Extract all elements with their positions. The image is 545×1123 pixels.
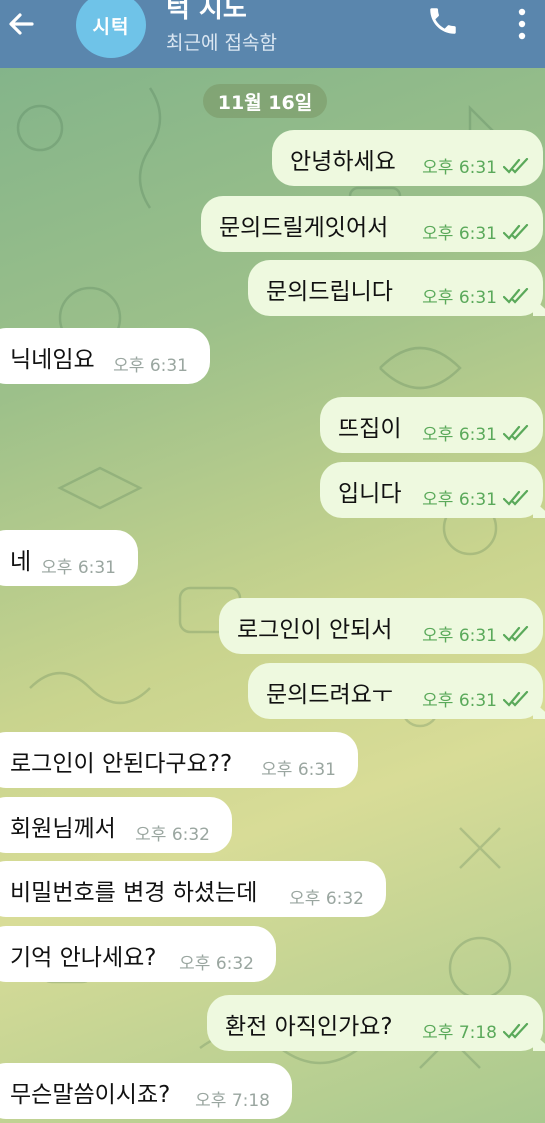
incoming-message[interactable]: 로그인이 안된다구요?? 오후 6:31 [0, 732, 358, 788]
incoming-message[interactable]: 네 오후 6:31 [0, 530, 138, 586]
message-text: 안녕하세요 [290, 149, 396, 175]
message-text: 닉네임요 [10, 347, 95, 373]
incoming-message[interactable]: 비밀번호를 변경 하셨는데 오후 6:32 [0, 861, 386, 917]
double-check-icon [503, 625, 529, 642]
outgoing-message[interactable]: 문의드릴게잇어서 오후 6:31 [201, 196, 543, 252]
outgoing-message[interactable]: 안녕하세요 오후 6:31 [272, 130, 543, 186]
message-time: 오후 6:31 [422, 224, 497, 244]
message-meta: 오후 6:31 [422, 420, 531, 445]
message-time: 오후 6:32 [289, 889, 364, 909]
message-time: 오후 6:31 [113, 356, 188, 376]
double-check-icon [503, 223, 529, 240]
message-time: 오후 6:31 [422, 288, 497, 308]
message-text: 로그인이 안된다구요?? [10, 751, 233, 777]
message-time: 오후 6:32 [179, 954, 254, 974]
more-vertical-icon[interactable] [510, 6, 534, 42]
message-text: 환전 아직인가요? [225, 1014, 393, 1040]
message-text: 비밀번호를 변경 하셨는데 [10, 880, 258, 906]
message-meta: 오후 6:31 [422, 485, 531, 510]
phone-icon[interactable] [426, 4, 460, 38]
double-check-icon [503, 489, 529, 506]
double-check-icon [503, 424, 529, 441]
avatar-initials: 시턱 [92, 15, 130, 38]
message-meta: 오후 6:31 [422, 153, 531, 178]
message-text: 입니다 [338, 481, 402, 507]
outgoing-message[interactable]: 환전 아직인가요? 오후 7:18 [207, 995, 543, 1051]
outgoing-message[interactable]: 입니다 오후 6:31 [320, 462, 543, 518]
message-time: 오후 6:31 [422, 490, 497, 510]
message-text: 기억 안나세요? [10, 945, 157, 971]
message-text: 문의드려요ㅜ [266, 682, 393, 708]
outgoing-message[interactable]: 문의드립니다 오후 6:31 [248, 260, 543, 316]
back-arrow-icon[interactable] [6, 8, 38, 40]
double-check-icon [503, 287, 529, 304]
outgoing-message[interactable]: 로그인이 안되서 오후 6:31 [219, 598, 543, 654]
double-check-icon [503, 157, 529, 174]
chat-title[interactable]: 턱 시도 [166, 0, 247, 25]
incoming-message[interactable]: 회원님께서 오후 6:32 [0, 797, 232, 853]
message-meta: 오후 6:31 [422, 621, 531, 646]
message-time: 오후 7:18 [195, 1091, 270, 1111]
date-separator: 11월 16일 [203, 84, 327, 118]
message-time: 오후 6:31 [422, 626, 497, 646]
message-text: 네 [10, 549, 32, 575]
avatar[interactable]: 시턱 [76, 0, 146, 58]
message-text: 로그인이 안되서 [237, 617, 393, 643]
message-meta: 오후 6:31 [422, 686, 531, 711]
message-time: 오후 6:31 [261, 760, 336, 780]
message-time: 오후 6:31 [422, 691, 497, 711]
incoming-message[interactable]: 닉네임요 오후 6:31 [0, 328, 210, 384]
message-time: 오후 6:32 [135, 825, 210, 845]
message-meta: 오후 6:31 [422, 219, 531, 244]
message-text: 무슨말씀이시죠? [10, 1082, 171, 1108]
outgoing-message[interactable]: 뜨집이 오후 6:31 [320, 397, 543, 453]
last-seen-status: 최근에 접속함 [166, 32, 277, 54]
message-meta: 오후 6:31 [422, 283, 531, 308]
outgoing-message[interactable]: 문의드려요ㅜ 오후 6:31 [248, 663, 543, 719]
message-time: 오후 7:18 [422, 1023, 497, 1043]
double-check-icon [503, 690, 529, 707]
double-check-icon [503, 1022, 529, 1039]
message-meta: 오후 7:18 [422, 1018, 531, 1043]
message-text: 회원님께서 [10, 816, 116, 842]
incoming-message[interactable]: 기억 안나세요? 오후 6:32 [0, 926, 276, 982]
incoming-message[interactable]: 무슨말씀이시죠? 오후 7:18 [0, 1063, 292, 1119]
message-time: 오후 6:31 [41, 558, 116, 578]
message-text: 문의드립니다 [266, 279, 393, 305]
message-time: 오후 6:31 [422, 425, 497, 445]
chat-header: 시턱 턱 시도 최근에 접속함 [0, 0, 545, 68]
message-time: 오후 6:31 [422, 158, 497, 178]
message-text: 뜨집이 [338, 416, 402, 442]
message-text: 문의드릴게잇어서 [219, 215, 389, 241]
